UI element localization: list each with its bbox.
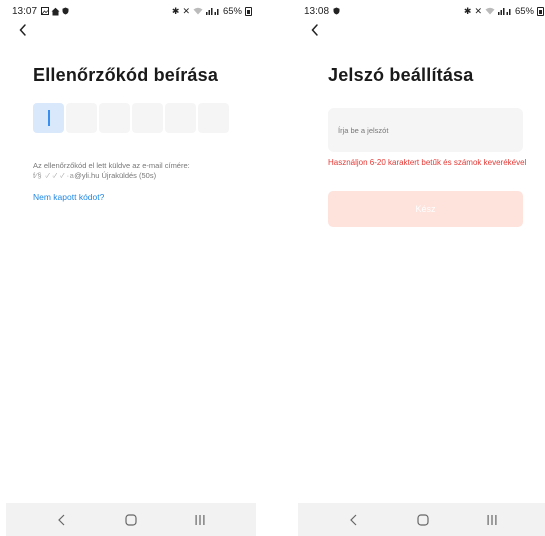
- password-error-text: Használjon 6-20 karaktert betűk és számo…: [328, 158, 527, 167]
- back-button[interactable]: [308, 20, 328, 40]
- mute-icon: ✕: [474, 6, 482, 16]
- signal-icon: [497, 8, 511, 15]
- verification-code-input[interactable]: [33, 103, 229, 133]
- bluetooth-icon: ✱: [171, 6, 180, 16]
- system-nav-bar: [298, 503, 545, 536]
- battery-icon: [537, 6, 544, 16]
- nav-recents-icon: [195, 514, 205, 525]
- status-time: 13:08: [304, 5, 330, 17]
- no-code-link[interactable]: Nem kapott kódot?: [33, 192, 104, 202]
- mute-icon: ✕: [182, 6, 190, 16]
- status-bar: 13:08 ✱ ✕ 65%: [304, 4, 544, 18]
- code-digit-5[interactable]: [165, 103, 196, 133]
- shield-icon: [62, 7, 69, 15]
- nav-home-icon: [417, 513, 429, 526]
- wifi-icon: [485, 7, 495, 15]
- chevron-left-icon: [19, 24, 26, 36]
- chevron-left-icon: [311, 24, 318, 36]
- resend-countdown[interactable]: Újraküldés (50s): [101, 171, 156, 180]
- nav-back-icon: [350, 514, 357, 525]
- system-nav-bar: [6, 503, 256, 536]
- home-icon: [51, 7, 60, 15]
- status-bar: 13:07 ✱ ✕ 65%: [12, 4, 252, 18]
- nav-recents-button[interactable]: [477, 509, 507, 531]
- set-password-screen: 13:08 ✱ ✕ 65% Jelszó beállítása Használj…: [298, 0, 545, 536]
- code-digit-6[interactable]: [198, 103, 229, 133]
- code-sent-info: Az ellenőrzőkód el lett küldve az e-mail…: [33, 161, 243, 181]
- page-title: Ellenőrzőkód beírása: [33, 65, 219, 85]
- code-digit-1[interactable]: [33, 103, 64, 133]
- status-time: 13:07: [12, 5, 38, 17]
- nav-home-button[interactable]: [408, 509, 438, 531]
- nav-back-icon: [58, 514, 65, 525]
- nav-back-button[interactable]: [339, 509, 369, 531]
- masked-email: f⁄§ ·⁄ ·⁄ ·⁄ ·a: [33, 171, 75, 180]
- nav-back-button[interactable]: [47, 509, 77, 531]
- nav-home-button[interactable]: [116, 509, 146, 531]
- verification-screen: 13:07 ✱ ✕ 65% Ellenőrzőkód beírása Az el…: [6, 0, 256, 536]
- bluetooth-icon: ✱: [463, 6, 472, 16]
- page-title: Jelszó beállítása: [328, 65, 474, 85]
- battery-percent: 65%: [222, 5, 242, 17]
- signal-icon: [205, 8, 219, 15]
- info-line: Az ellenőrzőkód el lett küldve az e-mail…: [33, 161, 190, 170]
- code-digit-2[interactable]: [66, 103, 97, 133]
- password-input[interactable]: [328, 108, 523, 152]
- nav-recents-icon: [487, 514, 497, 525]
- nav-home-icon: [125, 513, 137, 526]
- email-domain: @yli.hu: [74, 171, 100, 180]
- wifi-icon: [193, 7, 203, 15]
- code-digit-4[interactable]: [132, 103, 163, 133]
- done-button[interactable]: Kész: [328, 191, 523, 227]
- code-digit-3[interactable]: [99, 103, 130, 133]
- battery-percent: 65%: [514, 5, 534, 17]
- nav-recents-button[interactable]: [185, 509, 215, 531]
- battery-icon: [245, 6, 252, 16]
- back-button[interactable]: [16, 20, 36, 40]
- shield-icon: [333, 7, 340, 15]
- gallery-icon: [41, 7, 50, 15]
